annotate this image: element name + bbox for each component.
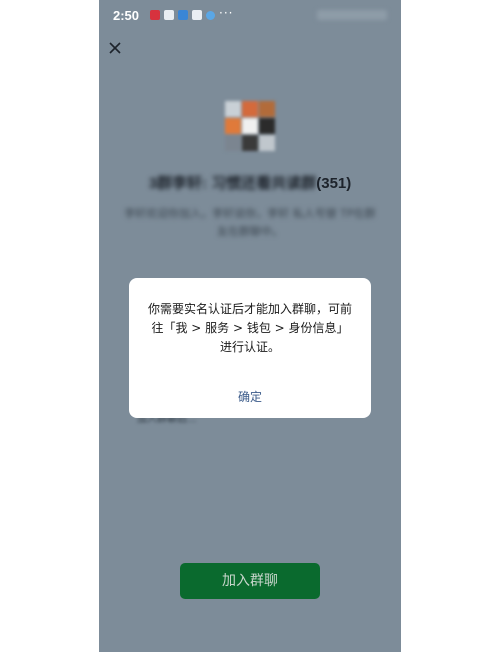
notif-q-icon xyxy=(192,10,202,20)
verification-dialog: 你需要实名认证后才能加入群聊，可前往「我 > 服务 > 钱包 > 身份信息」进行… xyxy=(129,278,371,418)
group-description: 李轩欢迎你加入，李轩说你，李轩 私人号替 TP在群友在群聊中。 xyxy=(124,207,376,238)
join-group-button[interactable]: 加入群聊 xyxy=(180,563,320,599)
status-time: 2:50 xyxy=(113,8,140,23)
group-avatar xyxy=(225,101,275,151)
system-status-icons xyxy=(317,10,387,20)
notif-g-icon xyxy=(164,10,174,20)
notif-blue-icon xyxy=(178,10,188,20)
dialog-ok-button[interactable]: 确定 xyxy=(129,388,371,405)
notif-red-icon xyxy=(150,10,160,20)
phone-screen: 2:50 ··· 3群李轩: 习惯还看共读群(351) 李轩欢迎你加入，李轩说你… xyxy=(99,0,401,652)
group-member-count: (351) xyxy=(316,175,352,192)
group-name-text: 3群李轩: 习惯还看共读群 xyxy=(148,175,317,192)
status-bar: 2:50 ··· xyxy=(99,0,401,30)
dialog-message: 你需要实名认证后才能加入群聊，可前往「我 > 服务 > 钱包 > 身份信息」进行… xyxy=(147,302,352,354)
more-notifications-icon: ··· xyxy=(219,6,234,20)
notif-circle-icon xyxy=(206,11,215,20)
close-icon[interactable] xyxy=(107,40,123,56)
group-name: 3群李轩: 习惯还看共读群(351) xyxy=(99,172,401,193)
